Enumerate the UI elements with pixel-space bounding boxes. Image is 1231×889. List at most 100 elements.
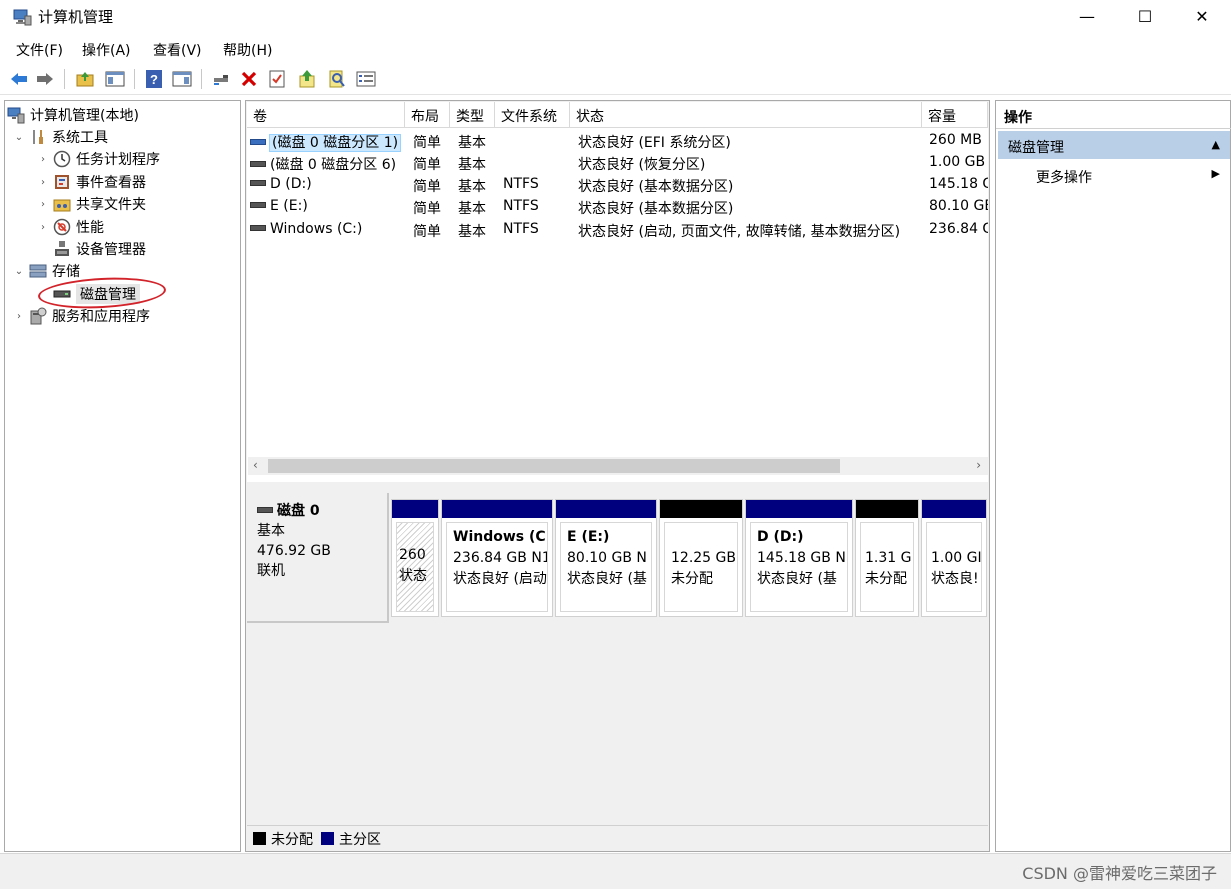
up-button[interactable]	[74, 68, 96, 90]
tree-label: 共享文件夹	[76, 197, 146, 213]
menu-file[interactable]: 文件(F)	[16, 40, 63, 60]
scrollbar-thumb[interactable]	[268, 459, 840, 473]
legend-label: 未分配	[271, 831, 313, 848]
collapse-chevron-icon[interactable]: ⌄	[13, 266, 25, 277]
volume-icon	[250, 225, 266, 231]
expand-chevron-icon[interactable]: ›	[37, 177, 49, 188]
expand-chevron-icon[interactable]: ›	[13, 311, 25, 322]
import-icon	[299, 70, 315, 88]
expand-chevron-icon[interactable]: ›	[37, 199, 49, 210]
table-row[interactable]: E (E:) 简单 基本 NTFS 状态良好 (基本数据分区) 80.10 GE	[247, 196, 988, 218]
collapse-chevron-icon[interactable]: ⌄	[13, 132, 25, 143]
column-header-layout[interactable]: 布局	[405, 102, 450, 128]
import-button[interactable]	[296, 68, 318, 90]
connect-button[interactable]	[210, 68, 232, 90]
help-icon: ?	[146, 70, 162, 88]
navigation-tree: 计算机管理(本地) ⌄ 系统工具 › 任务计划程序 › 事件查看器 › 共享文件…	[4, 100, 241, 852]
actions-section-disk-management[interactable]: 磁盘管理 ▲	[998, 131, 1230, 159]
partition-size: 236.84 GB N1	[453, 550, 548, 566]
help-button[interactable]: ?	[143, 68, 165, 90]
properties-button[interactable]	[266, 68, 288, 90]
window-title: 计算机管理	[38, 8, 114, 26]
back-button[interactable]	[8, 68, 30, 90]
tree-item-root[interactable]: 计算机管理(本地)	[7, 104, 139, 126]
expand-chevron-icon[interactable]: ›	[37, 222, 49, 233]
partition-name: Windows (C	[453, 529, 546, 545]
partition-name: D (D:)	[757, 529, 804, 545]
volume-layout: 简单	[413, 224, 441, 240]
partition-size: 80.10 GB N	[567, 550, 647, 566]
expand-chevron-icon[interactable]: ›	[37, 154, 49, 165]
list-button[interactable]	[355, 68, 377, 90]
more-actions-item[interactable]: 更多操作	[1036, 167, 1092, 187]
toolbar: ?	[0, 63, 1231, 95]
volume-layout: 简单	[413, 135, 441, 151]
table-row[interactable]: Windows (C:) 简单 基本 NTFS 状态良好 (启动, 页面文件, …	[247, 219, 988, 241]
partition-status: 状态良好 (基	[757, 571, 837, 587]
volume-layout: 简单	[413, 201, 441, 217]
volume-type: 基本	[458, 135, 486, 151]
search-button[interactable]	[326, 68, 348, 90]
disk-drive-icon	[257, 507, 273, 513]
column-header-capacity[interactable]: 容量	[922, 102, 988, 128]
scroll-left-icon[interactable]: ‹	[253, 458, 258, 472]
tree-item-device-manager[interactable]: 设备管理器	[53, 238, 146, 260]
tree-label: 任务计划程序	[76, 152, 160, 168]
partition-bar	[442, 500, 552, 518]
maximize-button[interactable]: ☐	[1116, 0, 1174, 32]
partition-unallocated-2[interactable]: 1.31 G 未分配	[855, 499, 919, 617]
column-header-status[interactable]: 状态	[570, 102, 922, 128]
scroll-right-icon[interactable]: ›	[976, 458, 981, 472]
partition-unallocated-1[interactable]: 12.25 GB 未分配	[659, 499, 743, 617]
volume-status: 状态良好 (恢复分区)	[578, 157, 706, 173]
tree-label: 事件查看器	[76, 175, 146, 191]
collapse-up-icon[interactable]: ▲	[1212, 138, 1220, 151]
partition-efi[interactable]: 260 状态	[391, 499, 439, 617]
menu-view[interactable]: 查看(V)	[153, 40, 202, 60]
table-row[interactable]: (磁盘 0 磁盘分区 1) 简单 基本 状态良好 (EFI 系统分区) 260 …	[247, 130, 988, 152]
forward-button[interactable]	[34, 68, 56, 90]
partition-d[interactable]: D (D:) 145.18 GB N 状态良好 (基	[745, 499, 853, 617]
volume-name: Windows (C:)	[270, 221, 363, 237]
tree-item-task-scheduler[interactable]: › 任务计划程序	[37, 148, 160, 170]
legend-item-primary: 主分区	[321, 829, 381, 849]
submenu-arrow-icon: ▶	[1211, 167, 1220, 180]
volume-fs: NTFS	[503, 221, 539, 237]
volume-capacity: 145.18 G	[929, 176, 988, 192]
performance-icon	[53, 218, 71, 236]
disk-info[interactable]: 磁盘 0 基本 476.92 GB 联机	[247, 493, 389, 623]
horizontal-scrollbar[interactable]: ‹ ›	[248, 457, 989, 475]
partition-bar	[660, 500, 742, 518]
partition-e[interactable]: E (E:) 80.10 GB N 状态良好 (基	[555, 499, 657, 617]
volume-status: 状态良好 (基本数据分区)	[578, 179, 734, 195]
status-bar: CSDN @雷神爱吃三菜团子	[0, 853, 1231, 889]
clock-icon	[53, 150, 71, 168]
menu-action[interactable]: 操作(A)	[82, 40, 131, 60]
properties-icon	[269, 70, 285, 88]
volume-type: 基本	[458, 201, 486, 217]
tree-item-shared-folders[interactable]: › 共享文件夹	[37, 193, 146, 215]
partition-c[interactable]: Windows (C 236.84 GB N1 状态良好 (启动	[441, 499, 553, 617]
svg-text:?: ?	[150, 72, 158, 87]
partition-bar	[922, 500, 986, 518]
column-header-filesystem[interactable]: 文件系统	[495, 102, 570, 128]
column-header-volume[interactable]: 卷	[247, 102, 405, 128]
table-row[interactable]: (磁盘 0 磁盘分区 6) 简单 基本 状态良好 (恢复分区) 1.00 GB	[247, 152, 988, 174]
legend-swatch	[253, 832, 266, 845]
menu-help[interactable]: 帮助(H)	[223, 40, 272, 60]
show-hide-tree-button[interactable]	[104, 68, 126, 90]
minimize-button[interactable]: —	[1058, 0, 1116, 32]
tree-item-performance[interactable]: › 性能	[37, 216, 104, 238]
close-button[interactable]: ✕	[1173, 0, 1231, 32]
tree-item-storage[interactable]: ⌄ 存储	[13, 260, 80, 282]
tree-item-event-viewer[interactable]: › 事件查看器	[37, 171, 146, 193]
tree-item-system-tools[interactable]: ⌄ 系统工具	[13, 126, 108, 148]
volume-capacity: 236.84 G	[929, 221, 988, 237]
actions-section-label: 磁盘管理	[1008, 140, 1064, 156]
column-header-type[interactable]: 类型	[450, 102, 495, 128]
disk-name: 磁盘 0	[277, 503, 320, 519]
delete-button[interactable]	[238, 68, 260, 90]
partition-recovery[interactable]: 1.00 GI 状态良!	[921, 499, 987, 617]
show-action-pane-button[interactable]	[171, 68, 193, 90]
table-row[interactable]: D (D:) 简单 基本 NTFS 状态良好 (基本数据分区) 145.18 G	[247, 174, 988, 196]
